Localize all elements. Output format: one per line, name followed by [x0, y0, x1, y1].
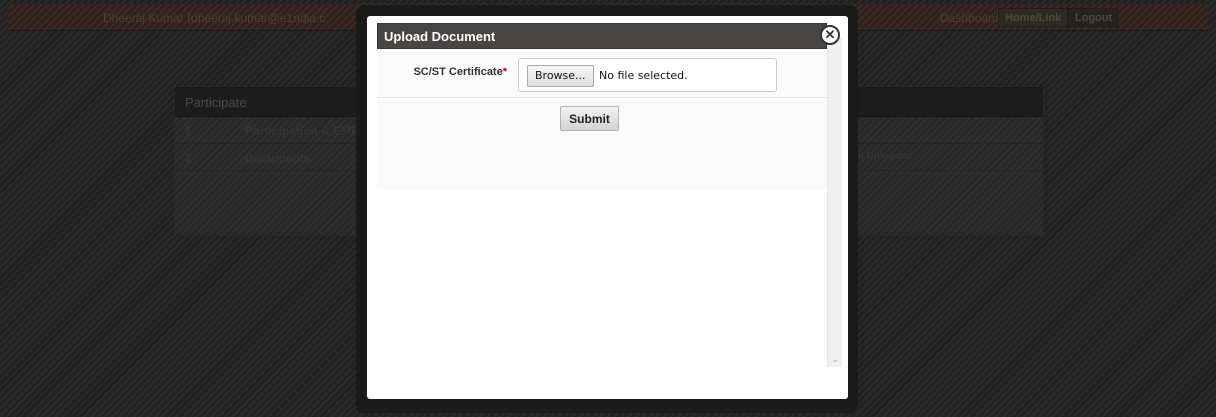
browse-button[interactable]: Browse...	[527, 65, 594, 87]
modal-content: Upload Document SC/ST Certificate* Brows…	[377, 23, 827, 383]
scroll-down-icon[interactable]: ⌄	[831, 354, 839, 365]
modal-title: Upload Document	[377, 23, 827, 49]
submit-row: Submit	[377, 98, 827, 188]
close-icon[interactable]: ✕	[820, 25, 840, 45]
required-marker: *	[502, 66, 507, 78]
certificate-file-input[interactable]: Browse... No file selected.	[518, 58, 777, 92]
certificate-form-row: SC/ST Certificate* Browse... No file sel…	[377, 49, 827, 98]
certificate-field-label: SC/ST Certificate*	[377, 66, 507, 78]
upload-document-modal: Upload Document SC/ST Certificate* Brows…	[367, 16, 848, 399]
modal-scrollbar[interactable]: ⌄	[827, 37, 842, 367]
file-status-text: No file selected.	[599, 69, 688, 82]
submit-button[interactable]: Submit	[560, 106, 619, 131]
upload-form: SC/ST Certificate* Browse... No file sel…	[377, 49, 827, 189]
certificate-label-text: SC/ST Certificate	[413, 66, 503, 78]
